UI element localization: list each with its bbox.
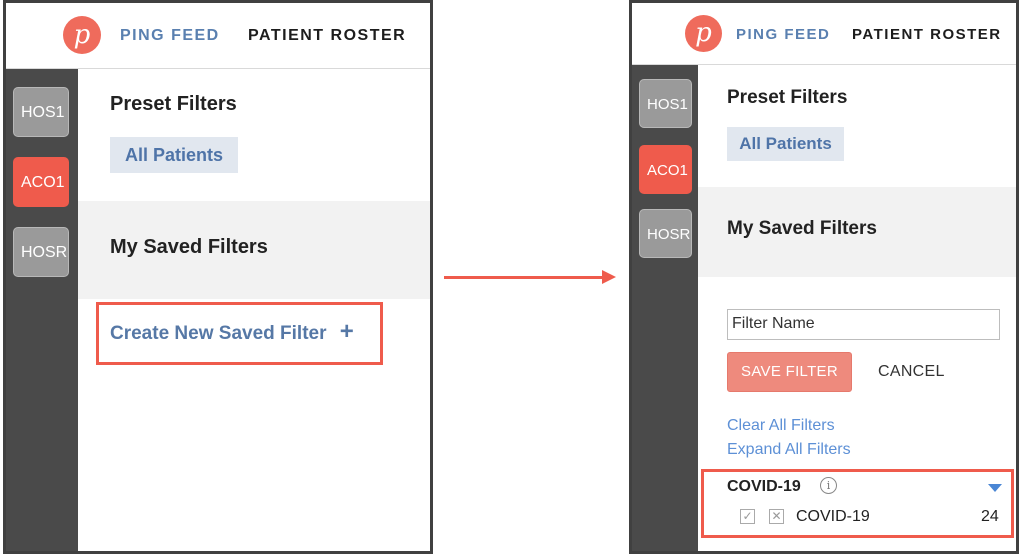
panel-after: p PING FEED PATIENT ROSTER HOS1 ACO1 HOS… — [629, 0, 1019, 554]
sidebar-item-hos1[interactable]: HOS1 — [13, 87, 69, 137]
preset-filters-title: Preset Filters — [727, 87, 848, 108]
transition-arrow-line — [444, 276, 604, 279]
save-filter-button[interactable]: SAVE FILTER — [727, 352, 852, 392]
filter-group-title[interactable]: COVID-19 — [727, 478, 801, 496]
sidebar: HOS1 ACO1 HOSRI — [6, 69, 78, 551]
expand-all-filters-link[interactable]: Expand All Filters — [727, 441, 851, 459]
exclude-checkbox[interactable]: ✕ — [769, 509, 784, 524]
preset-all-patients[interactable]: All Patients — [727, 127, 844, 161]
create-saved-filter-link[interactable]: Create New Saved Filter + — [110, 320, 354, 345]
pingfeed-logo-icon[interactable]: p — [63, 16, 101, 54]
nav-patient-roster[interactable]: PATIENT ROSTER — [852, 26, 1002, 43]
nav-patient-roster[interactable]: PATIENT ROSTER — [248, 27, 406, 45]
saved-filters-title: My Saved Filters — [727, 218, 877, 239]
filter-name-input[interactable]: Filter Name — [727, 309, 1000, 340]
filter-item-count: 24 — [981, 508, 999, 525]
chevron-down-icon[interactable] — [988, 484, 1002, 492]
plus-icon: + — [339, 318, 354, 345]
sidebar-item-hosri[interactable]: HOSRI — [639, 209, 692, 258]
preset-filters-title: Preset Filters — [110, 93, 237, 115]
saved-filters-title: My Saved Filters — [110, 236, 268, 258]
nav-ping-feed[interactable]: PING FEED — [736, 26, 830, 43]
info-icon[interactable]: i — [820, 477, 837, 494]
include-checkbox[interactable]: ✓ — [740, 509, 755, 524]
transition-arrow-head-icon — [602, 270, 616, 284]
preset-all-patients[interactable]: All Patients — [110, 137, 238, 173]
cancel-button[interactable]: CANCEL — [878, 363, 945, 381]
sidebar-item-hos1[interactable]: HOS1 — [639, 79, 692, 128]
filter-item-label: COVID-19 — [796, 508, 870, 525]
nav-ping-feed[interactable]: PING FEED — [120, 27, 220, 45]
sidebar-item-aco1[interactable]: ACO1 — [13, 157, 69, 207]
sidebar-item-aco1[interactable]: ACO1 — [639, 145, 692, 194]
create-saved-filter-label: Create New Saved Filter — [110, 323, 327, 344]
top-nav-bar: p PING FEED PATIENT ROSTER — [632, 3, 1016, 65]
sidebar: HOS1 ACO1 HOSRI — [632, 65, 698, 551]
panel-before: p PING FEED PATIENT ROSTER HOS1 ACO1 HOS… — [3, 0, 433, 554]
clear-all-filters-link[interactable]: Clear All Filters — [727, 417, 835, 435]
sidebar-item-hosri[interactable]: HOSRI — [13, 227, 69, 277]
pingfeed-logo-icon[interactable]: p — [685, 15, 722, 52]
top-nav-bar: p PING FEED PATIENT ROSTER — [6, 3, 430, 69]
